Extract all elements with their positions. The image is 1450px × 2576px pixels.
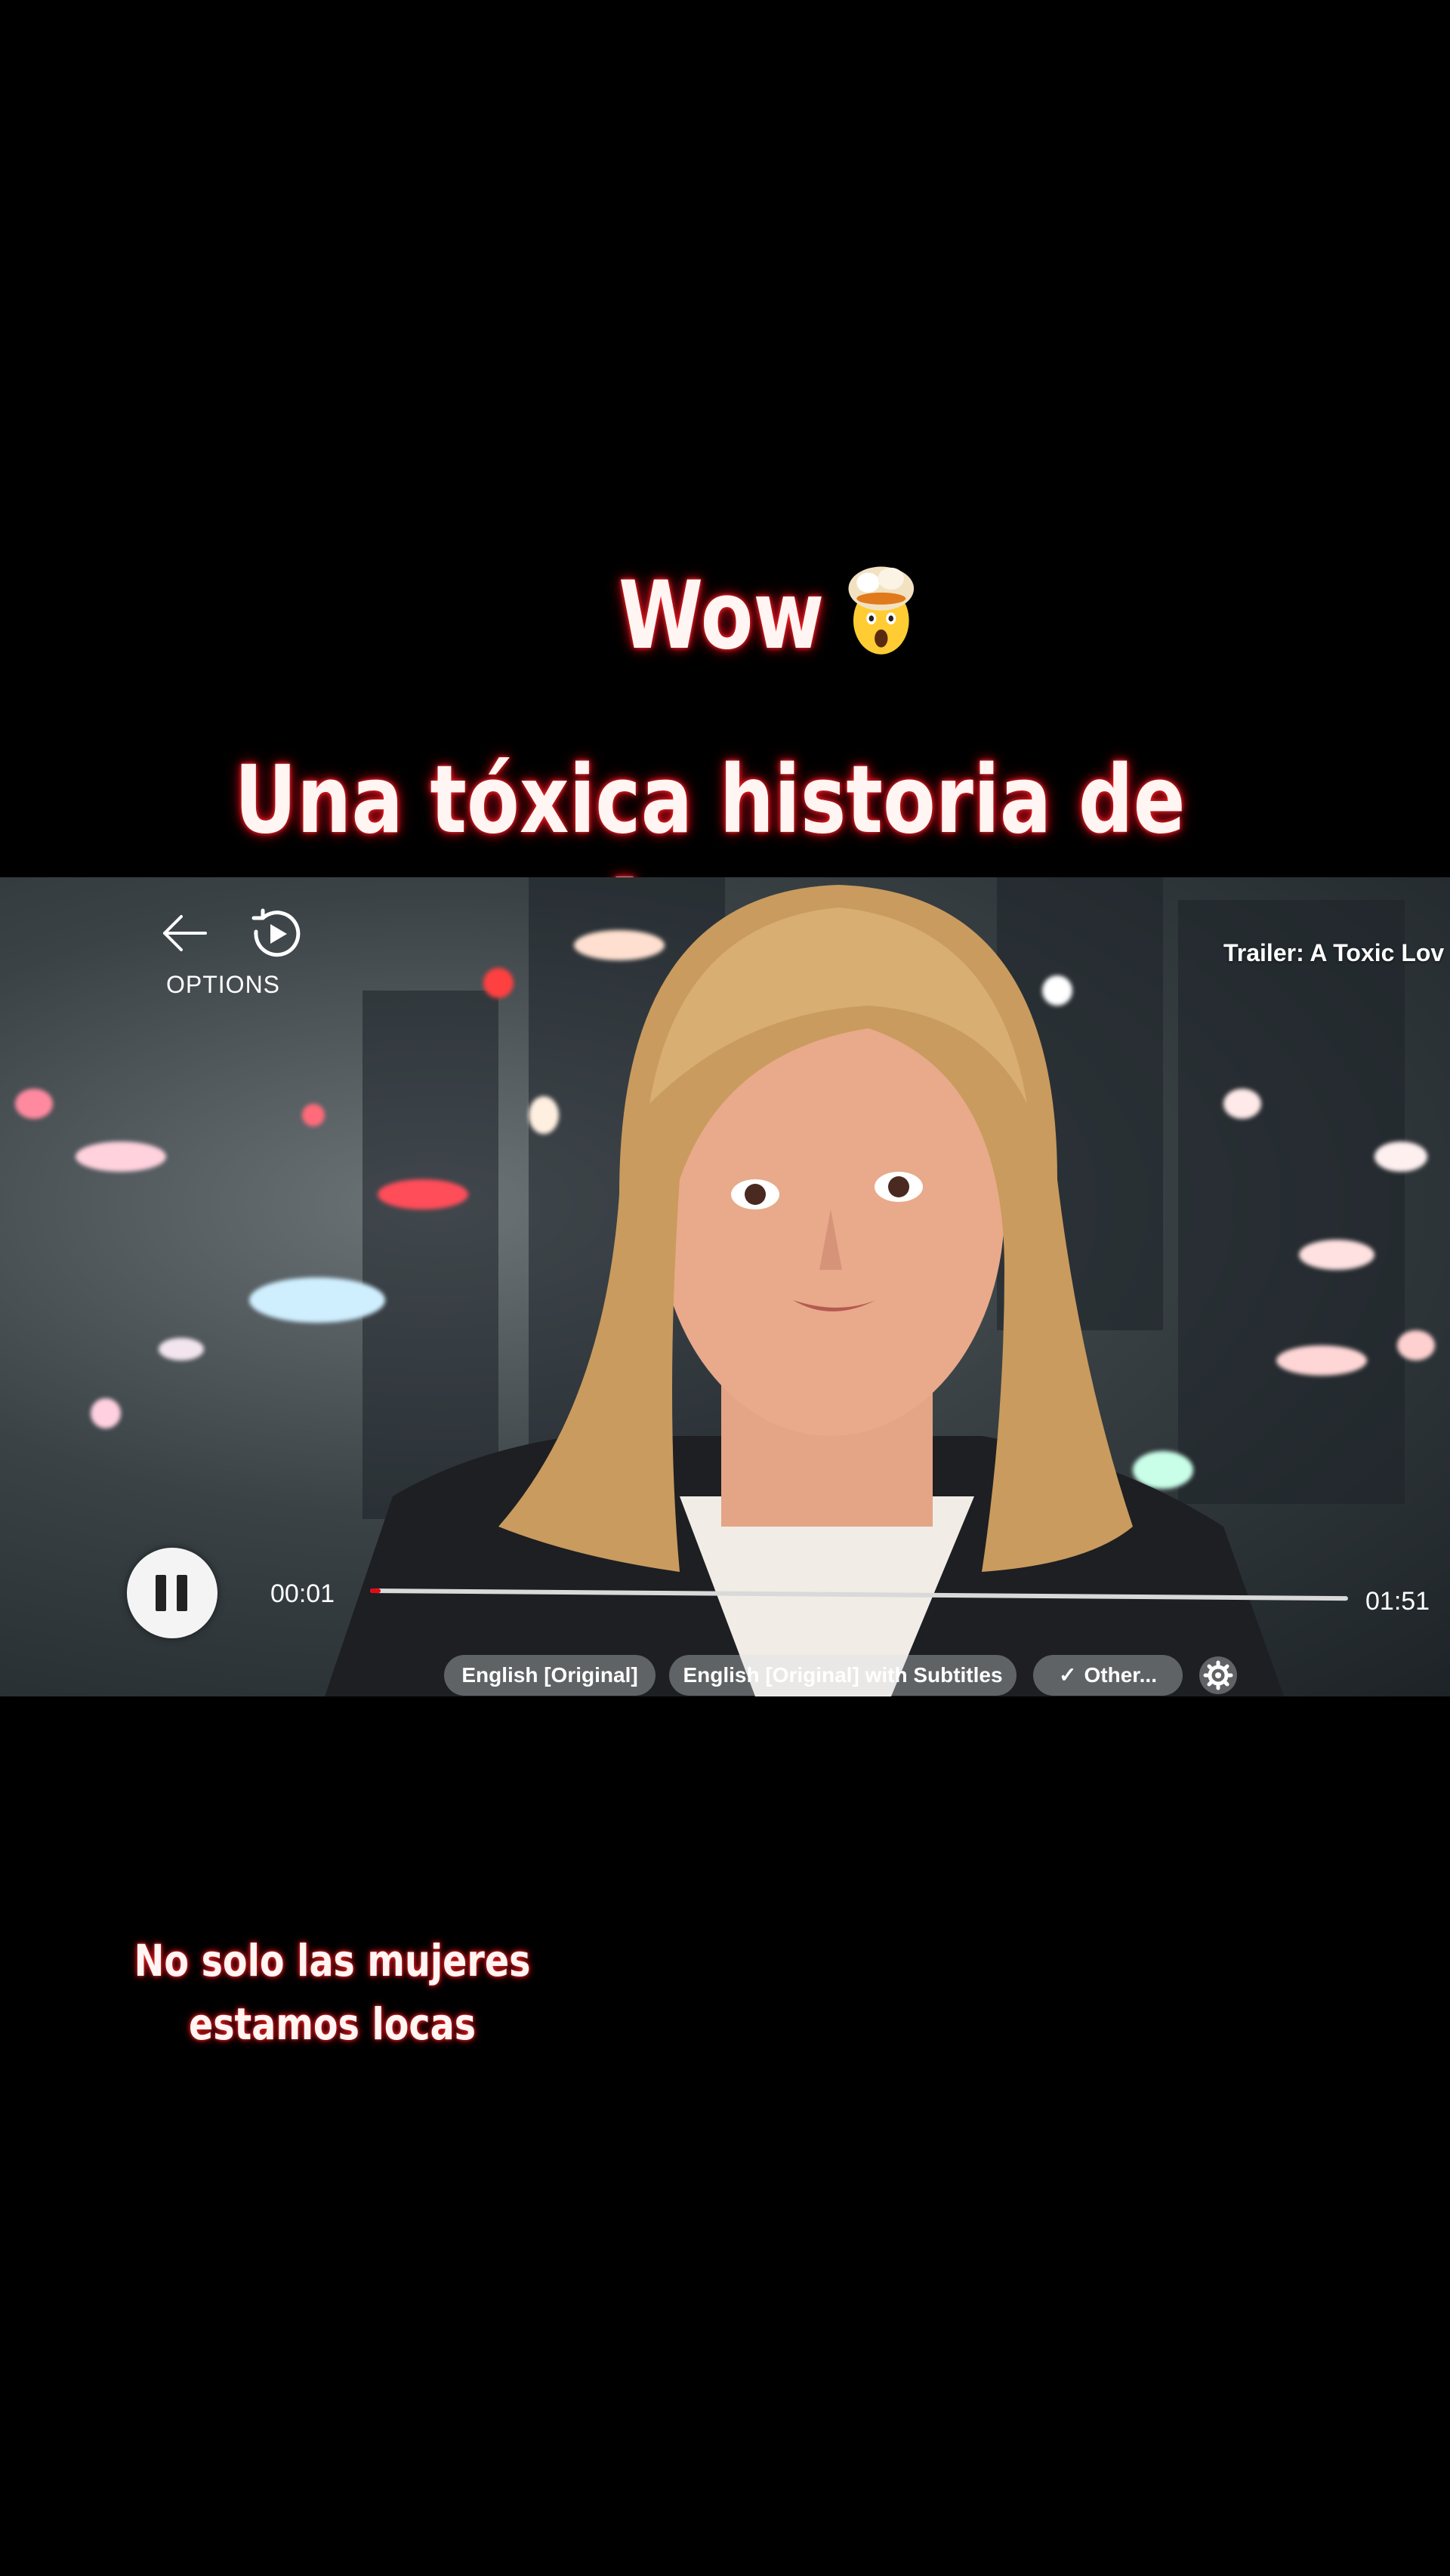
caption-bottom: No solo las mujeres estamos locas bbox=[134, 1935, 531, 2050]
back-arrow-icon[interactable] bbox=[159, 911, 211, 956]
audio-option-label: Other... bbox=[1084, 1663, 1157, 1687]
audio-option-english-subtitles[interactable]: English [Original] with Subtitles bbox=[669, 1655, 1017, 1696]
exploding-head-emoji-icon bbox=[848, 566, 915, 655]
audio-option-other[interactable]: ✓ Other... bbox=[1033, 1655, 1183, 1696]
replay-icon[interactable] bbox=[249, 907, 302, 960]
audio-option-label: English [Original] with Subtitles bbox=[683, 1663, 1003, 1687]
check-icon: ✓ bbox=[1059, 1663, 1077, 1687]
progress-fill bbox=[369, 1588, 381, 1594]
settings-button[interactable] bbox=[1199, 1656, 1237, 1694]
pause-icon-bar-right bbox=[177, 1575, 187, 1611]
video-player[interactable]: OPTIONS Trailer: A Toxic Lov 00:01 01:51… bbox=[0, 877, 1450, 1696]
gear-icon bbox=[1203, 1660, 1233, 1690]
current-time: 00:01 bbox=[270, 1579, 335, 1608]
top-left-controls: OPTIONS bbox=[151, 908, 332, 1001]
audio-option-label: English [Original] bbox=[461, 1663, 638, 1687]
audio-option-english-original[interactable]: English [Original] bbox=[444, 1655, 656, 1696]
caption-wow-text: Wow bbox=[619, 562, 825, 670]
total-time: 01:51 bbox=[1365, 1587, 1430, 1616]
pause-button[interactable] bbox=[127, 1548, 218, 1638]
trailer-title: Trailer: A Toxic Lov bbox=[1223, 939, 1445, 966]
pause-icon bbox=[156, 1575, 166, 1611]
caption-wow: Wow bbox=[176, 559, 1365, 673]
options-label[interactable]: OPTIONS bbox=[166, 971, 280, 999]
